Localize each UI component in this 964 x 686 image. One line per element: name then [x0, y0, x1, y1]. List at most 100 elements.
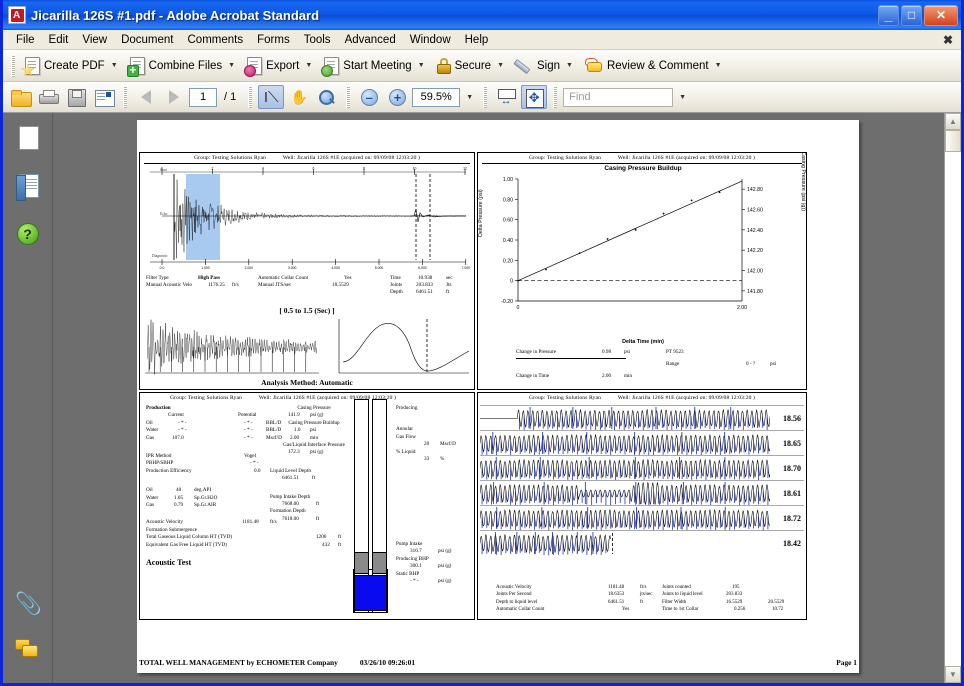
print-button[interactable]: [35, 85, 61, 109]
well-value: Jicarilla 126S #1E: [631, 395, 675, 401]
page-scroll-region[interactable]: Group: Testing Solutions Ryan Well: Jica…: [53, 113, 944, 683]
start-meeting-button[interactable]: Start Meeting ▼: [318, 54, 430, 78]
pump-section: [373, 552, 386, 574]
x-axis-label: Delta Time (min): [622, 339, 664, 345]
combine-files-button[interactable]: Combine Files ▼: [124, 54, 241, 78]
sign-label: Sign: [537, 59, 561, 72]
toolbar-grip-5[interactable]: [483, 86, 488, 108]
chevron-down-icon[interactable]: ▼: [111, 62, 118, 69]
toolbar-grip-2[interactable]: [123, 86, 127, 108]
minimize-button[interactable]: _: [878, 4, 899, 26]
open-folder-icon: [10, 89, 32, 107]
wellbore-fluid-diagram: [353, 399, 390, 613]
scroll-track[interactable]: [945, 130, 961, 666]
maximize-button[interactable]: □: [901, 4, 922, 26]
y2-axis-label: Casing Pressure (psi (g)): [800, 152, 806, 211]
toolbar-grip-4[interactable]: [346, 86, 351, 108]
trace-axis-echo-label: Echo: [160, 212, 168, 216]
scroll-down-button[interactable]: ▼: [945, 666, 961, 683]
auto-collar-count-value: Yes: [344, 275, 352, 281]
export-button[interactable]: Export ▼: [241, 54, 318, 78]
range-unit: psi: [770, 361, 777, 367]
collar-trace-value: 18.61: [783, 488, 801, 498]
joints-label: Joints: [390, 282, 403, 288]
water-gravity-unit: Sp.Gr.H2O: [194, 494, 218, 501]
sidebar-item-attachments[interactable]: 📎: [15, 591, 42, 617]
collar-trace-row: 18.56: [480, 405, 804, 430]
svg-text:6.000: 6.000: [418, 266, 427, 270]
menu-file[interactable]: File: [9, 32, 42, 48]
toolbar-grip[interactable]: [11, 54, 15, 77]
chart-title: Casing Pressure Buildup: [604, 165, 682, 172]
pages-icon: [16, 124, 39, 150]
zoom-dropdown-chevron-down-icon[interactable]: ▼: [462, 94, 477, 101]
previous-page-button[interactable]: [133, 85, 159, 109]
review-comment-button[interactable]: Review & Comment ▼: [579, 55, 728, 76]
open-button[interactable]: [7, 85, 33, 109]
zoom-in-button[interactable]: +: [384, 85, 410, 109]
zoom-out-button[interactable]: –: [356, 85, 382, 109]
create-pdf-button[interactable]: Create PDF ▼: [19, 54, 124, 78]
br-depth-to-liquid-value: 6461.51: [608, 599, 625, 605]
zoom-level-input[interactable]: 59.5%: [412, 87, 461, 107]
menu-window[interactable]: Window: [403, 32, 458, 48]
menu-document[interactable]: Document: [114, 32, 180, 48]
fit-page-button[interactable]: [521, 85, 548, 109]
chevron-down-icon[interactable]: ▼: [715, 62, 722, 69]
close-button[interactable]: ✕: [924, 4, 958, 26]
vertical-scrollbar[interactable]: ▲ ▼: [944, 113, 961, 683]
liquid-level-depth-label: Liquid Level Depth: [270, 467, 311, 474]
find-dropdown-chevron-down-icon[interactable]: ▼: [675, 94, 690, 101]
scroll-thumb[interactable]: [945, 130, 961, 152]
menu-advanced[interactable]: Advanced: [338, 32, 403, 48]
menu-forms[interactable]: Forms: [250, 32, 297, 48]
find-input[interactable]: Find: [563, 87, 674, 107]
menu-comments[interactable]: Comments: [181, 32, 251, 48]
scroll-up-button[interactable]: ▲: [945, 113, 961, 130]
menu-edit[interactable]: Edit: [42, 32, 76, 48]
next-page-button[interactable]: [161, 85, 187, 109]
chevron-down-icon[interactable]: ▼: [228, 62, 235, 69]
marquee-zoom-button[interactable]: [314, 85, 340, 109]
gas-flow-unit: Mscf/D: [440, 441, 456, 448]
footer-page-number: Page 1: [836, 658, 857, 667]
well-label: Well:: [258, 395, 272, 401]
annulus-column: Producing Annular Gas Flow 20 Mscf/D % Li…: [396, 405, 474, 463]
acrobat-window: Jicarilla 126S #1.pdf - Adobe Acrobat St…: [0, 0, 964, 686]
collar-trace-svg: [480, 506, 770, 530]
br-acoustic-velocity-label: Acoustic Velocity: [496, 585, 532, 591]
toolbar-grip-3[interactable]: [248, 86, 253, 108]
sign-button[interactable]: Sign ▼: [510, 55, 579, 77]
buildup-time-value: 2.00: [290, 434, 300, 441]
annular-label: Annular: [396, 426, 413, 433]
sidebar-item-pages[interactable]: [15, 124, 41, 151]
secure-button[interactable]: Secure ▼: [431, 55, 510, 77]
page-number-input[interactable]: 1: [189, 87, 217, 107]
chevron-down-icon[interactable]: ▼: [305, 62, 312, 69]
chevron-down-icon[interactable]: ▼: [418, 62, 425, 69]
casing-pressure-value: 141.9: [288, 412, 300, 419]
static-bhp-label: Static BHP: [396, 570, 420, 577]
menu-help[interactable]: Help: [458, 32, 496, 48]
hand-tool-button[interactable]: ✋: [286, 85, 312, 109]
menu-tools[interactable]: Tools: [297, 32, 338, 48]
collar-trace-svg: [480, 431, 770, 455]
menu-view[interactable]: View: [75, 32, 114, 48]
br-joints-to-liquid-value: 203.833: [726, 592, 743, 598]
select-tool-button[interactable]: I⟍: [258, 85, 285, 109]
close-toolbar-icon[interactable]: ✖: [943, 33, 953, 47]
depth-unit: ft: [446, 289, 450, 295]
pump-intake-depth-label: Pump Intake Depth: [270, 493, 311, 500]
sidebar-item-how-to[interactable]: [15, 221, 41, 247]
save-button[interactable]: [63, 85, 89, 109]
acoustic-trace-svg: 0 2 4 6 8 10 12 0.0 1.000 2.000 3.000 4.…: [150, 167, 470, 270]
sidebar-item-comments[interactable]: [14, 639, 41, 665]
sidebar-item-bookmarks[interactable]: [15, 173, 41, 201]
email-button[interactable]: [91, 85, 117, 109]
chevron-down-icon[interactable]: ▼: [566, 62, 573, 69]
email-icon: [95, 89, 115, 107]
chevron-down-icon[interactable]: ▼: [497, 62, 504, 69]
collar-traces-panel: Group: Testing Solutions Ryan Well: Jica…: [477, 392, 807, 620]
fit-width-button[interactable]: [493, 85, 519, 109]
toolbar-grip-6[interactable]: [553, 86, 558, 108]
